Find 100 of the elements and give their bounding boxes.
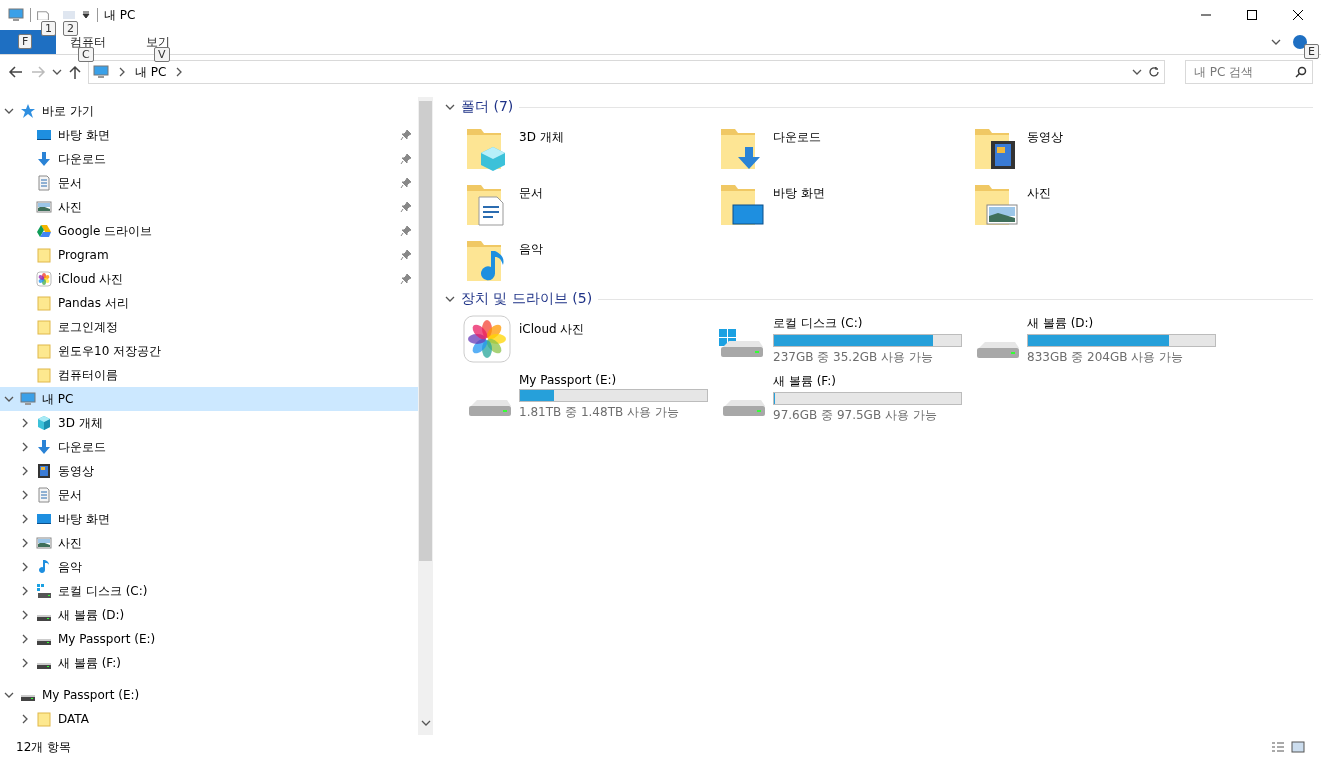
down-arrow-icon	[36, 439, 52, 455]
tree-item-label[interactable]: 바로 가기	[42, 102, 94, 120]
tree-item-label[interactable]: 3D 개체	[58, 414, 103, 432]
customize-caret-icon[interactable]	[81, 10, 91, 20]
selected-tree-row[interactable]: 내 PC	[0, 387, 418, 411]
folder-icon	[36, 343, 52, 359]
keytip-tooltip: C	[78, 47, 94, 62]
large-icons-view-icon[interactable]	[1291, 741, 1305, 753]
drive-icon	[36, 663, 52, 669]
expand-ribbon-chevron-icon	[1271, 37, 1281, 47]
tree-item-label[interactable]: 새 볼륨 (D:)	[58, 606, 125, 624]
device-label[interactable]: iCloud 사진	[519, 321, 585, 338]
tree-item-label[interactable]: 바탕 화면	[58, 126, 110, 144]
details-view-icon[interactable]	[1271, 741, 1285, 753]
keytip-tooltip: F	[18, 34, 33, 49]
hard-drive-icon	[723, 399, 765, 417]
monitor-icon	[36, 511, 52, 527]
tree-item-label[interactable]: 음악	[58, 558, 82, 576]
document-icon	[36, 487, 52, 503]
tree-item-label[interactable]: Pandas 서리	[58, 294, 129, 312]
folder-label[interactable]: 동영상	[1027, 129, 1063, 146]
tree-item-label[interactable]: Google 드라이브	[58, 222, 153, 240]
help-icon[interactable]	[1293, 35, 1307, 49]
tree-item-label[interactable]: 바탕 화면	[58, 510, 110, 528]
down-arrow-icon	[36, 151, 52, 167]
recent-locations-chevron-icon	[52, 67, 62, 77]
item-count: 12개 항목	[16, 738, 72, 756]
tree-item-label[interactable]: My Passport (E:)	[58, 632, 156, 646]
tree-item-label[interactable]: 새 볼륨 (F:)	[58, 654, 121, 672]
tree-item-label[interactable]: 동영상	[58, 462, 94, 480]
tree-item-label[interactable]: DATA	[58, 712, 89, 726]
drive-label[interactable]: 새 볼륨 (D:)	[1027, 315, 1216, 332]
search-field[interactable]: 내 PC 검색	[1185, 60, 1313, 84]
folder-label[interactable]: 다운로드	[773, 129, 821, 146]
folder-icon	[36, 367, 52, 383]
tree-item-label[interactable]: 다운로드	[58, 150, 106, 168]
tree-item-label[interactable]: 다운로드	[58, 438, 106, 456]
computer-icon	[8, 7, 24, 23]
keytip-tooltip: V	[154, 47, 170, 62]
tree-item-label[interactable]: 문서	[58, 174, 82, 192]
folder-label[interactable]: 문서	[519, 185, 543, 202]
close-icon	[1293, 10, 1303, 20]
folder-icon	[36, 319, 52, 335]
group-header[interactable]: 장치 및 드라이브 (5)	[461, 290, 593, 308]
free-space-text: 1.81TB 중 1.48TB 사용 가능	[519, 404, 680, 421]
flower-icon	[463, 315, 511, 363]
flower-icon	[36, 271, 52, 287]
picture-icon	[36, 535, 52, 551]
breadcrumb[interactable]: 내 PC	[135, 63, 167, 81]
monitor-icon	[36, 127, 52, 143]
free-space-text: 833GB 중 204GB 사용 가능	[1027, 349, 1185, 366]
tree-item-label[interactable]: 로그인계정	[58, 318, 118, 336]
tree-item-label[interactable]: 사진	[58, 534, 82, 552]
tree-item-label[interactable]: My Passport (E:)	[42, 688, 140, 702]
free-space-text: 237GB 중 35.2GB 사용 가능	[773, 349, 934, 366]
drive-label[interactable]: 새 볼륨 (F:)	[773, 373, 962, 390]
cube-icon	[36, 415, 52, 431]
tree-item-label[interactable]: 윈도우10 저장공간	[58, 342, 162, 360]
collapse-chevron-icon	[445, 294, 455, 304]
keytip-tooltip: 2	[63, 21, 78, 36]
folder-label[interactable]: 3D 개체	[519, 129, 564, 146]
hard-drive-icon	[977, 341, 1019, 359]
document-icon	[36, 175, 52, 191]
film-icon	[36, 463, 52, 479]
tree-item-label[interactable]: iCloud 사진	[58, 270, 124, 288]
collapse-chevron-icon	[445, 102, 455, 112]
drive-label[interactable]: 로컬 디스크 (C:)	[773, 315, 962, 332]
keytip-tooltip: E	[1304, 44, 1319, 59]
tree-item-label[interactable]: 문서	[58, 486, 82, 504]
drive-logo-icon	[36, 223, 52, 239]
address-bar[interactable]: 내 PC	[88, 60, 1165, 84]
window-title: 내 PC	[104, 6, 136, 24]
computer-icon	[20, 391, 36, 407]
picture-icon	[36, 199, 52, 215]
properties-icon[interactable]	[37, 10, 49, 20]
forward-arrow-icon[interactable]	[30, 64, 46, 80]
star-icon	[20, 103, 36, 119]
folder-icon	[36, 247, 52, 263]
folder-icon	[36, 711, 52, 727]
refresh-icon[interactable]	[1148, 66, 1160, 78]
back-arrow-icon[interactable]	[8, 64, 24, 80]
folder-label[interactable]: 바탕 화면	[773, 185, 825, 202]
free-space-text: 97.6GB 중 97.5GB 사용 가능	[773, 407, 938, 424]
tree-item-label[interactable]: 사진	[58, 198, 82, 216]
folder-label[interactable]: 사진	[1027, 185, 1051, 202]
tree-item-label[interactable]: 로컬 디스크 (C:)	[58, 582, 148, 600]
group-header[interactable]: 폴더 (7)	[461, 98, 514, 116]
folder-label[interactable]: 음악	[519, 241, 543, 258]
breadcrumb-chevron-icon	[117, 67, 127, 77]
up-arrow-icon[interactable]	[68, 64, 82, 80]
drive-icon	[36, 583, 52, 599]
tree-item-label[interactable]: Program	[58, 248, 109, 262]
hard-drive-icon	[469, 399, 511, 417]
scrollbar[interactable]	[418, 97, 433, 735]
drive-label[interactable]: My Passport (E:)	[519, 373, 708, 387]
maximize-icon	[1247, 10, 1257, 20]
drive-icon	[20, 695, 36, 701]
folder-icon	[36, 295, 52, 311]
dropdown-chevron-icon	[1132, 67, 1142, 77]
tree-item-label[interactable]: 컴퓨터이름	[58, 366, 118, 384]
